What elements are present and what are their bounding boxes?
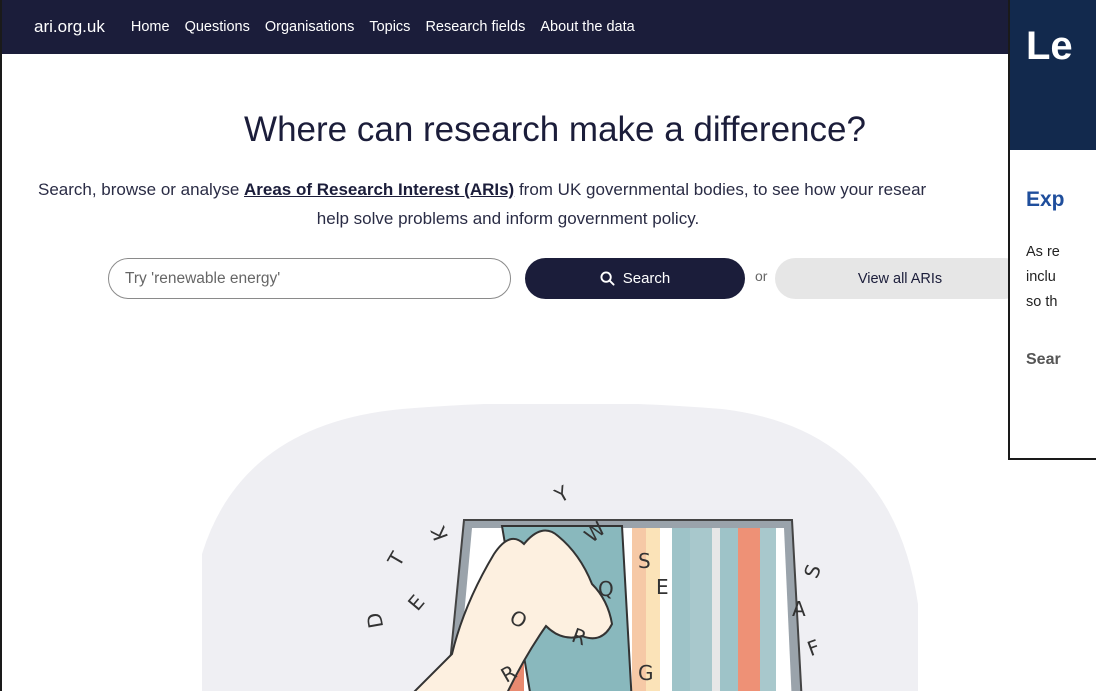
search-button[interactable]: Search — [525, 258, 745, 299]
letter-a: A — [792, 597, 806, 621]
nav-link-topics[interactable]: Topics — [369, 19, 410, 35]
hero-subtitle: Search, browse or analyse Areas of Resea… — [38, 175, 1038, 233]
nav-link-research-fields[interactable]: Research fields — [425, 19, 525, 35]
letter-e: E — [656, 575, 669, 599]
nav-link-about-data[interactable]: About the data — [540, 19, 634, 35]
subtitle-line2: help solve problems and inform governmen… — [316, 209, 700, 228]
search-input[interactable] — [108, 258, 511, 299]
overlay-heading: Exp — [1026, 188, 1065, 211]
subtitle-suffix: from UK governmental bodies, to see how … — [514, 180, 927, 199]
view-all-aris-button[interactable]: View all ARIs — [775, 258, 1025, 299]
page-title: Where can research make a difference? — [244, 110, 866, 149]
overlay-body-line: As re — [1026, 244, 1060, 260]
overlay-body-line: inclu — [1026, 269, 1056, 285]
letter-q: Q — [598, 577, 614, 601]
overlay-body-line: so th — [1026, 294, 1058, 310]
overlay-body: As re inclu so th — [1026, 240, 1096, 315]
subtitle-prefix: Search, browse or analyse — [38, 180, 244, 199]
site-brand[interactable]: ari.org.uk — [34, 17, 105, 37]
letter-g: G — [638, 661, 654, 685]
nav-link-questions[interactable]: Questions — [185, 19, 250, 35]
letter-s: S — [638, 549, 651, 573]
search-button-label: Search — [622, 270, 671, 287]
nav-link-organisations[interactable]: Organisations — [265, 19, 354, 35]
nav-link-home[interactable]: Home — [131, 19, 170, 35]
overlay-search-label[interactable]: Sear — [1026, 351, 1096, 369]
overlay-header: Le — [1010, 0, 1096, 150]
or-text: or — [755, 268, 768, 284]
overlay-window: Le Exp As re inclu so th Sear — [1008, 0, 1096, 460]
top-nav: ari.org.uk Home Questions Organisations … — [2, 0, 1050, 54]
ari-link[interactable]: Areas of Research Interest (ARIs) — [244, 180, 514, 199]
main-window: ari.org.uk Home Questions Organisations … — [0, 0, 1050, 691]
search-icon — [600, 271, 615, 286]
hero-illustration: Y K T W S E Q E D S A F O R G R — [202, 404, 918, 691]
